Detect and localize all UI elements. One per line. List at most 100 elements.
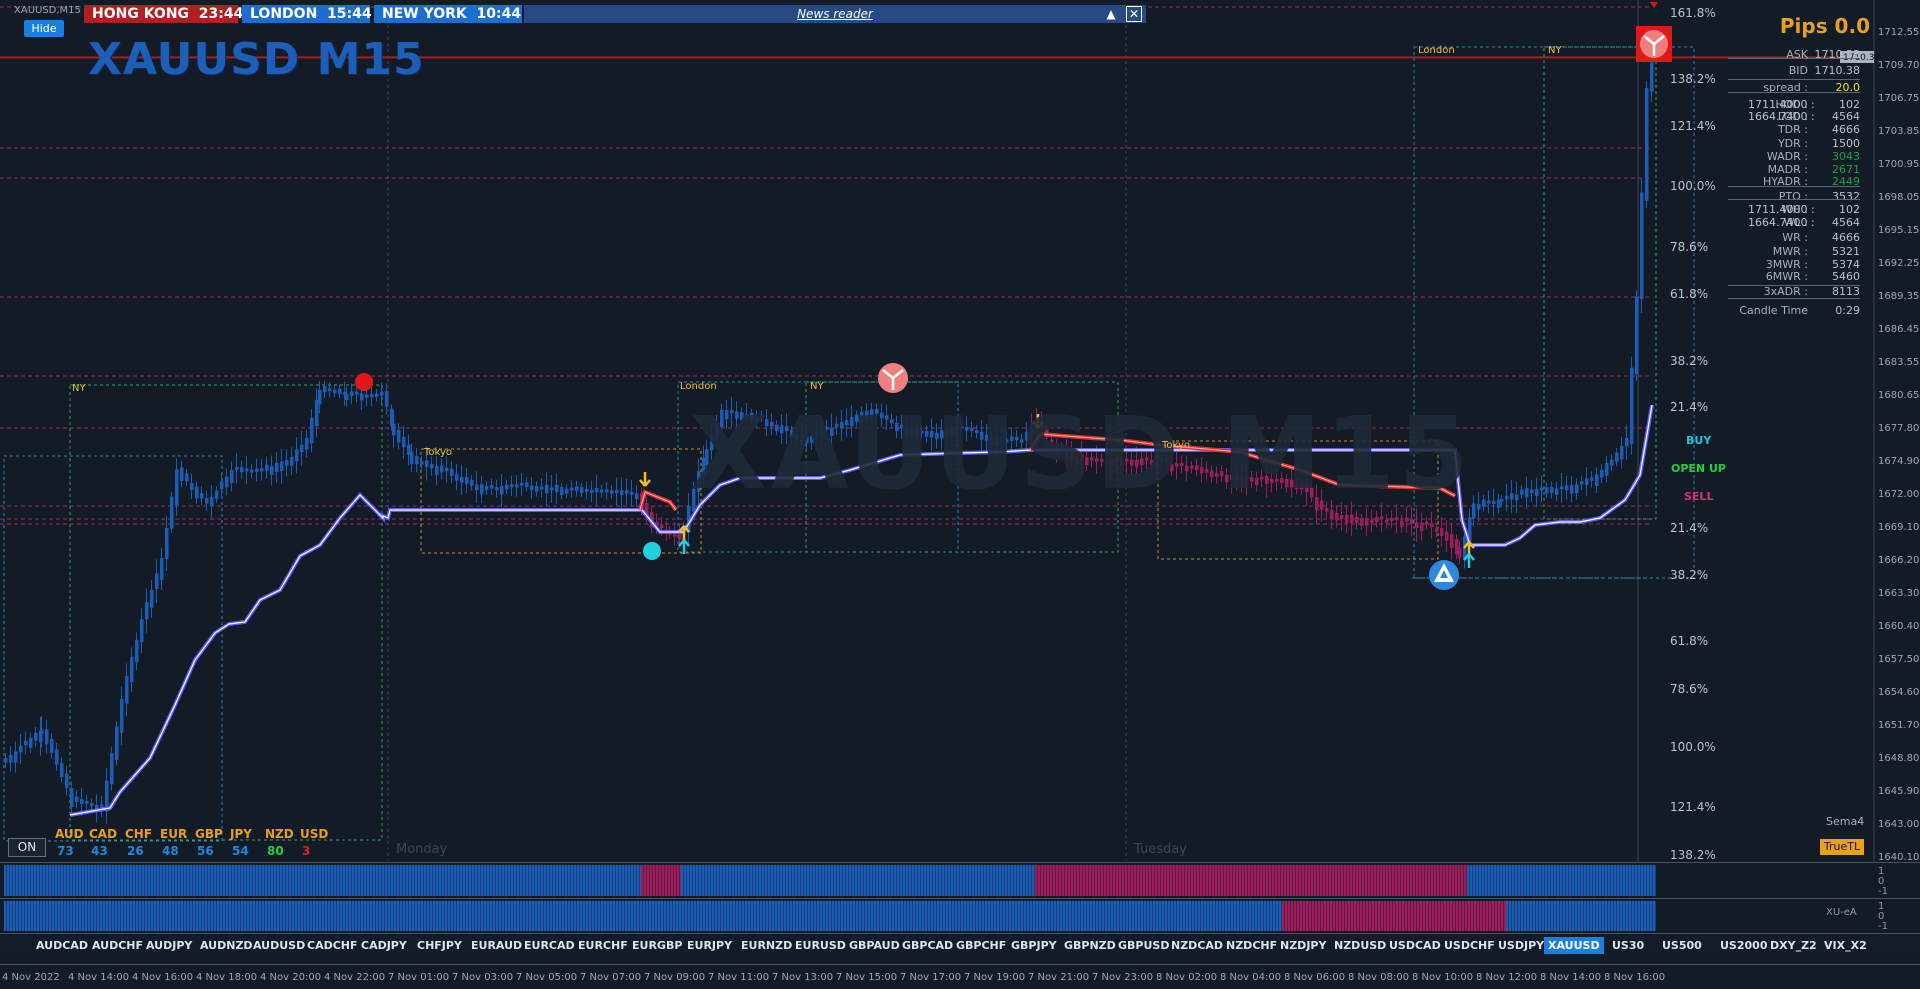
symbol-button-nzdusd[interactable]: NZDUSD (1330, 937, 1390, 954)
symbol-button-audusd[interactable]: AUDUSD (249, 937, 309, 954)
symbol-button-eurchf[interactable]: EURCHF (574, 937, 632, 954)
indicator-panel-2[interactable]: XU-eA 1 0 -1 (0, 898, 1920, 933)
candle-body (1395, 517, 1399, 521)
indicator-bar (367, 901, 370, 931)
indicator-bar (358, 901, 361, 931)
indicator-bar (466, 865, 469, 896)
indicator-bar (694, 901, 697, 931)
indicator-bar (241, 901, 244, 931)
symbol-button-cadjpy[interactable]: CADJPY (357, 937, 411, 954)
indicator-bar (415, 865, 418, 896)
symbol-button-gbpnzd[interactable]: GBPNZD (1060, 937, 1120, 954)
symbol-button-eurcad[interactable]: EURCAD (520, 937, 579, 954)
indicator-bar (160, 901, 163, 931)
on-toggle-button[interactable]: ON (8, 838, 46, 857)
candle-body (435, 466, 439, 476)
symbol-button-gbpusd[interactable]: GBPUSD (1114, 937, 1173, 954)
symbol-button-audcad[interactable]: AUDCAD (32, 937, 92, 954)
candle-body (605, 489, 609, 493)
close-icon[interactable]: ✕ (1126, 6, 1142, 22)
candle-body (1350, 514, 1354, 524)
indicator-bar (1270, 901, 1273, 931)
indicator-bar (217, 901, 220, 931)
indicator-bar (1464, 865, 1467, 896)
indicator-bar (1330, 901, 1333, 931)
symbol-button-nzdjpy[interactable]: NZDJPY (1276, 937, 1330, 954)
candle-body (1497, 499, 1501, 508)
symbol-button-vix_x2[interactable]: VIX_X2 (1820, 937, 1871, 954)
indicator-bar (1032, 865, 1035, 896)
indicator-bar (789, 865, 792, 896)
indicator-bar (1225, 901, 1228, 931)
symbol-button-xauusd[interactable]: XAUUSD (1544, 937, 1604, 954)
hide-button[interactable]: Hide (24, 20, 64, 37)
indicator-bar (394, 901, 397, 931)
indicator-bar (94, 865, 97, 896)
candle-body (1595, 474, 1599, 487)
indicator-bar (829, 901, 832, 931)
symbol-button-gbpchf[interactable]: GBPCHF (952, 937, 1010, 954)
symbol-button-dxy_z2[interactable]: DXY_Z2 (1766, 937, 1821, 954)
indicator-bar (181, 901, 184, 931)
indicator-bar (706, 901, 709, 931)
price-axis-label: 1663.30 (1878, 588, 1920, 599)
symbol-button-eurgbp[interactable]: EURGBP (628, 937, 686, 954)
indicator-bar (909, 865, 912, 896)
info-separator (1728, 298, 1860, 299)
symbol-button-gbpjpy[interactable]: GBPJPY (1007, 937, 1061, 954)
indicator-bar (1398, 865, 1401, 896)
indicator-bar (1038, 865, 1041, 896)
candle-body (205, 498, 209, 504)
truetl-button[interactable]: TrueTL (1820, 839, 1864, 855)
symbol-button-audjpy[interactable]: AUDJPY (142, 937, 196, 954)
symbol-button-eurnzd[interactable]: EURNZD (737, 937, 796, 954)
indicator-bar (1593, 865, 1596, 896)
symbol-button-euraud[interactable]: EURAUD (467, 937, 526, 954)
symbol-button-eurusd[interactable]: EURUSD (791, 937, 850, 954)
indicator-bar (1086, 865, 1089, 896)
symbol-button-nzdchf[interactable]: NZDCHF (1222, 937, 1281, 954)
symbol-button-chfjpy[interactable]: CHFJPY (413, 937, 466, 954)
symbol-button-cadchf[interactable]: CADCHF (303, 937, 362, 954)
symbol-button-audchf[interactable]: AUDCHF (88, 937, 147, 954)
indicator-bar (274, 901, 277, 931)
symbol-button-gbpcad[interactable]: GBPCAD (898, 937, 957, 954)
indicator-bar (1081, 901, 1084, 931)
symbol-button-nzdcad[interactable]: NZDCAD (1167, 937, 1227, 954)
indicator-bar (1476, 865, 1479, 896)
fib-level-label: 21.4% (1670, 521, 1709, 535)
symbol-button-usdcad[interactable]: USDCAD (1385, 937, 1445, 954)
symbol-button-us30[interactable]: US30 (1608, 937, 1648, 954)
news-reader-link[interactable]: News reader (797, 7, 873, 21)
time-axis-label: 8 Nov 08:00 (1348, 972, 1410, 983)
symbol-button-usdchf[interactable]: USDCHF (1440, 937, 1499, 954)
fib-level-label: 78.6% (1670, 682, 1709, 696)
symbol-button-us500[interactable]: US500 (1658, 937, 1706, 954)
symbol-button-eurjpy[interactable]: EURJPY (683, 937, 736, 954)
candle-body (245, 468, 249, 472)
symbol-button-usdjpy[interactable]: USDJPY (1494, 937, 1548, 954)
indicator-bar (250, 901, 253, 931)
triangle-up-icon[interactable]: ▲ (1102, 5, 1120, 23)
indicator-bar (760, 901, 763, 931)
symbol-button-us2000[interactable]: US2000 (1716, 937, 1771, 954)
indicator-bar (58, 901, 61, 931)
indicator-bar (1462, 901, 1465, 931)
indicator-bar (676, 901, 679, 931)
news-reader-bar[interactable]: News reader ▲ ✕ (524, 5, 1146, 23)
info-row: LOD :1664.7400 :4564 (1728, 110, 1860, 123)
indicator-bar (1387, 901, 1390, 931)
indicator-panel-1[interactable]: 1 0 -1 (0, 862, 1920, 898)
indicator-bar (1530, 901, 1533, 931)
candle-body (490, 485, 494, 489)
indicator-bar (262, 901, 265, 931)
indicator-bar (319, 901, 322, 931)
indicator-bar (466, 901, 469, 931)
candle-body (580, 487, 584, 493)
indicator-bar (388, 865, 391, 896)
symbol-button-gbpaud[interactable]: GBPAUD (845, 937, 904, 954)
symbol-button-audnzd[interactable]: AUDNZD (196, 937, 257, 954)
indicator-bar (307, 901, 310, 931)
indicator-bar (574, 901, 577, 931)
candle-body (625, 490, 629, 494)
